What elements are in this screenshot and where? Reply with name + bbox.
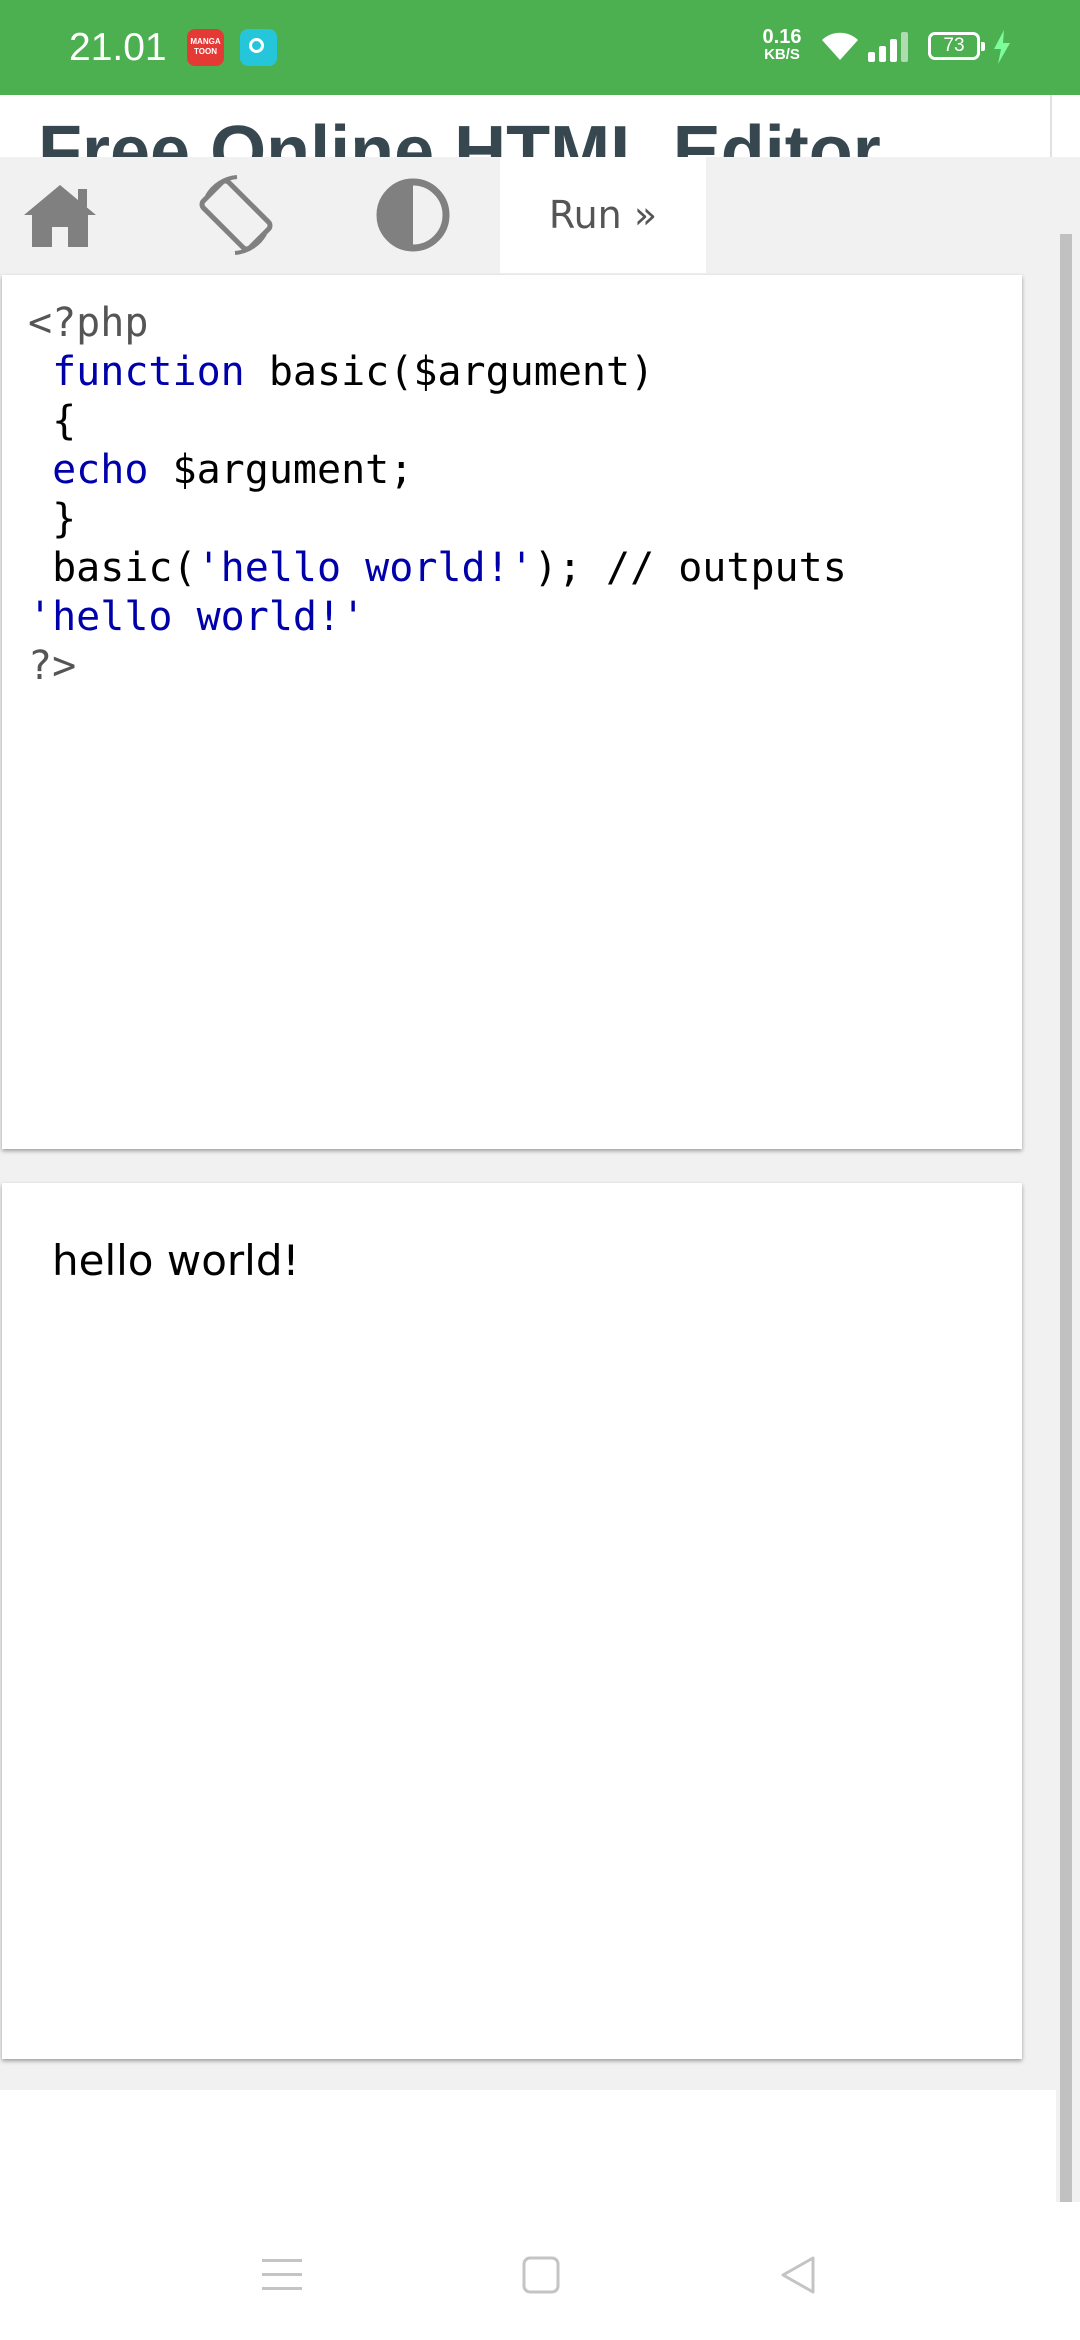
battery-level: 73 xyxy=(943,35,965,56)
code-token: ); // outputs xyxy=(533,545,847,591)
main-area: <?php function basic($argument) { echo $… xyxy=(0,273,1056,2090)
code-token: 'hello world!' xyxy=(196,545,534,591)
code-token: <?php xyxy=(28,300,149,346)
code-editor[interactable]: <?php function basic($argument) { echo $… xyxy=(2,275,1022,1149)
header-divider xyxy=(1050,95,1052,157)
run-button[interactable]: Run » xyxy=(500,157,706,273)
wifi-icon xyxy=(822,32,858,60)
network-speed-unit: KB/S xyxy=(764,46,800,63)
code-line[interactable]: ?> xyxy=(28,642,847,691)
code-token: $argument; xyxy=(148,447,414,493)
rotate-screen-button[interactable] xyxy=(176,157,296,273)
code-token: function xyxy=(52,349,245,395)
battery-icon: 73 xyxy=(928,32,985,60)
code-token: basic($argument) xyxy=(244,349,655,395)
code-token: } xyxy=(28,496,77,542)
code-line[interactable]: echo $argument; xyxy=(28,446,847,495)
charging-icon xyxy=(994,30,1010,64)
network-speed-value: 0.16 xyxy=(762,26,802,48)
status-time: 21.01 xyxy=(69,26,167,69)
code-token: ?> xyxy=(28,643,77,689)
status-bar: 21.01 MANGA TOON 0.16 KB/S 73 xyxy=(0,0,1080,95)
scrollbar-thumb[interactable] xyxy=(1060,234,1072,2202)
code-line[interactable]: function basic($argument) xyxy=(28,348,847,397)
contrast-icon xyxy=(376,178,450,252)
code-line[interactable]: 'hello world!' xyxy=(28,593,847,642)
code-token: 'hello world!' xyxy=(28,594,366,640)
navigation-bar xyxy=(0,2210,1080,2340)
output-text: hello world! xyxy=(52,1236,300,1285)
code-line[interactable]: } xyxy=(28,495,847,544)
scrollbar-track[interactable] xyxy=(1056,234,1080,2202)
back-triangle-icon xyxy=(781,2256,815,2294)
home-button[interactable] xyxy=(0,157,120,273)
output-panel: hello world! xyxy=(2,1183,1022,2059)
theme-toggle-button[interactable] xyxy=(353,157,473,273)
code-line[interactable]: basic('hello world!'); // outputs xyxy=(28,544,847,593)
code-content[interactable]: <?php function basic($argument) { echo $… xyxy=(28,299,847,691)
screen: 21.01 MANGA TOON 0.16 KB/S 73 Free Onlin… xyxy=(0,0,1080,2340)
code-line[interactable]: <?php xyxy=(28,299,847,348)
home-icon xyxy=(24,185,96,247)
network-speed: 0.16 KB/S xyxy=(759,26,805,64)
nav-menu-button[interactable] xyxy=(212,2210,352,2340)
nav-back-button[interactable] xyxy=(728,2210,868,2340)
editor-toolbar: Run » xyxy=(0,157,1080,273)
nav-home-button[interactable] xyxy=(471,2210,611,2340)
manga-toon-notification-icon: MANGA TOON xyxy=(187,29,224,66)
code-line[interactable]: { xyxy=(28,397,847,446)
code-token: { xyxy=(28,398,77,444)
code-token: basic( xyxy=(28,545,197,591)
signal-icon xyxy=(868,32,908,62)
menu-icon xyxy=(262,2259,302,2290)
chat-notification-icon xyxy=(240,29,277,66)
square-home-icon xyxy=(522,2256,560,2294)
rotate-screen-icon xyxy=(199,175,273,255)
page-title: Free Online HTML Editor xyxy=(38,112,881,157)
page-header: Free Online HTML Editor xyxy=(0,95,1080,157)
code-token: echo xyxy=(52,447,149,493)
